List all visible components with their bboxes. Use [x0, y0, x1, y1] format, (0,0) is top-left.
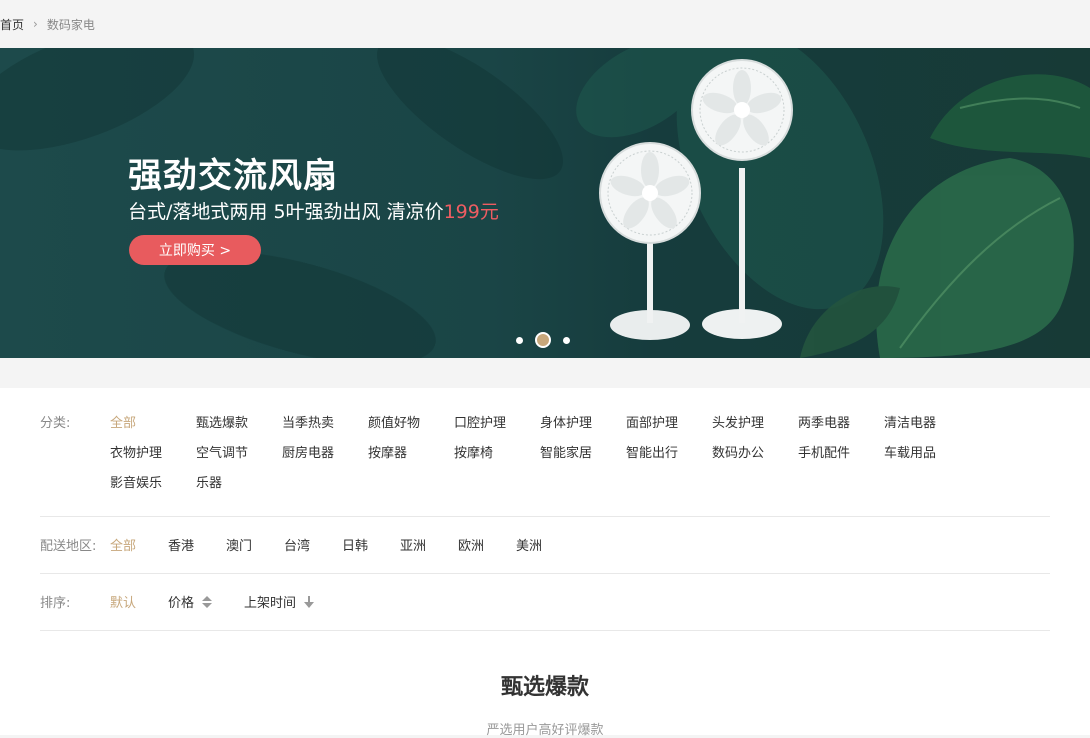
category-option[interactable]: 手机配件	[798, 446, 884, 476]
carousel-dot-2[interactable]	[535, 332, 551, 348]
area-option[interactable]: 日韩	[342, 535, 400, 554]
buy-now-button[interactable]: 立即购买 >	[129, 235, 261, 265]
area-option[interactable]: 澳门	[226, 535, 284, 554]
category-option[interactable]: 智能家居	[540, 446, 626, 476]
area-option[interactable]: 亚洲	[400, 535, 458, 554]
category-option[interactable]: 清洁电器	[884, 416, 970, 446]
category-option[interactable]: 按摩器	[368, 446, 454, 476]
arrow-down-icon	[304, 595, 315, 608]
chevron-right-icon: ›	[33, 17, 38, 31]
hero-banner[interactable]: 强劲交流风扇 台式/落地式两用 5叶强劲出风 清凉价199元 立即购买 >	[0, 48, 1090, 358]
sort-time[interactable]: 上架时间	[244, 592, 315, 611]
sort-updown-icon	[202, 595, 213, 608]
sort-price[interactable]: 价格	[168, 592, 213, 611]
carousel-dots	[516, 332, 570, 348]
category-option[interactable]: 衣物护理	[110, 446, 196, 476]
sort-filter: 排序: 默认 价格 上架时间	[40, 574, 1050, 631]
carousel-dot-3[interactable]	[563, 336, 570, 344]
area-options: 全部 香港 澳门 台湾 日韩 亚洲 欧洲 美洲	[110, 535, 1030, 554]
sort-options: 默认 价格 上架时间	[110, 592, 1030, 611]
breadcrumb: 首页 › 数码家电	[0, 0, 1090, 48]
category-option[interactable]: 面部护理	[626, 416, 712, 446]
fan-product-image	[599, 59, 793, 340]
category-option[interactable]: 厨房电器	[282, 446, 368, 476]
sort-default[interactable]: 默认	[110, 592, 136, 611]
category-option[interactable]: 颜值好物	[368, 416, 454, 446]
category-option[interactable]: 头发护理	[712, 416, 798, 446]
area-option[interactable]: 全部	[110, 535, 168, 554]
section-subtitle: 严选用户高好评爆款	[486, 723, 604, 738]
category-option[interactable]: 全部	[110, 416, 196, 446]
category-label: 分类:	[40, 416, 71, 431]
sort-label: 排序:	[40, 596, 71, 611]
category-option[interactable]: 口腔护理	[454, 416, 540, 446]
category-option[interactable]: 空气调节	[196, 446, 282, 476]
category-option[interactable]: 甄选爆款	[196, 416, 282, 446]
banner-subtitle-text: 台式/落地式两用 5叶强劲出风 清凉价	[128, 201, 444, 223]
section-title: 甄选爆款	[500, 675, 589, 700]
category-filter: 分类: 全部 甄选爆款 当季热卖 颜值好物 口腔护理 身体护理 面部护理 头发护理 两季电器 清洁…	[40, 388, 1050, 517]
category-option[interactable]: 乐器	[196, 476, 282, 506]
area-label: 配送地区:	[40, 539, 97, 554]
area-option[interactable]: 美洲	[516, 535, 574, 554]
category-option[interactable]: 车载用品	[884, 446, 970, 476]
area-option[interactable]: 欧洲	[458, 535, 516, 554]
category-option[interactable]: 当季热卖	[282, 416, 368, 446]
carousel-dot-1[interactable]	[516, 336, 523, 344]
area-filter: 配送地区: 全部 香港 澳门 台湾 日韩 亚洲 欧洲 美洲	[40, 517, 1050, 574]
category-option[interactable]: 身体护理	[540, 416, 626, 446]
banner-price: 199元	[443, 201, 499, 223]
category-option[interactable]: 影音娱乐	[110, 476, 196, 506]
category-option[interactable]: 按摩椅	[454, 446, 540, 476]
product-panel: 分类: 全部 甄选爆款 当季热卖 颜值好物 口腔护理 身体护理 面部护理 头发护理 两季电器 清洁…	[0, 388, 1090, 738]
category-option[interactable]: 两季电器	[798, 416, 884, 446]
breadcrumb-home[interactable]: 首页	[0, 16, 24, 33]
banner-title: 强劲交流风扇	[128, 156, 338, 196]
category-option[interactable]: 数码办公	[712, 446, 798, 476]
breadcrumb-current: 数码家电	[46, 17, 95, 32]
category-option[interactable]: 智能出行	[626, 446, 712, 476]
area-option[interactable]: 香港	[168, 535, 226, 554]
banner-subtitle: 台式/落地式两用 5叶强劲出风 清凉价199元	[128, 197, 499, 224]
area-option[interactable]: 台湾	[284, 535, 342, 554]
category-options: 全部 甄选爆款 当季热卖 颜值好物 口腔护理 身体护理 面部护理 头发护理 两季电器 清洁电器衣物…	[110, 416, 1030, 506]
